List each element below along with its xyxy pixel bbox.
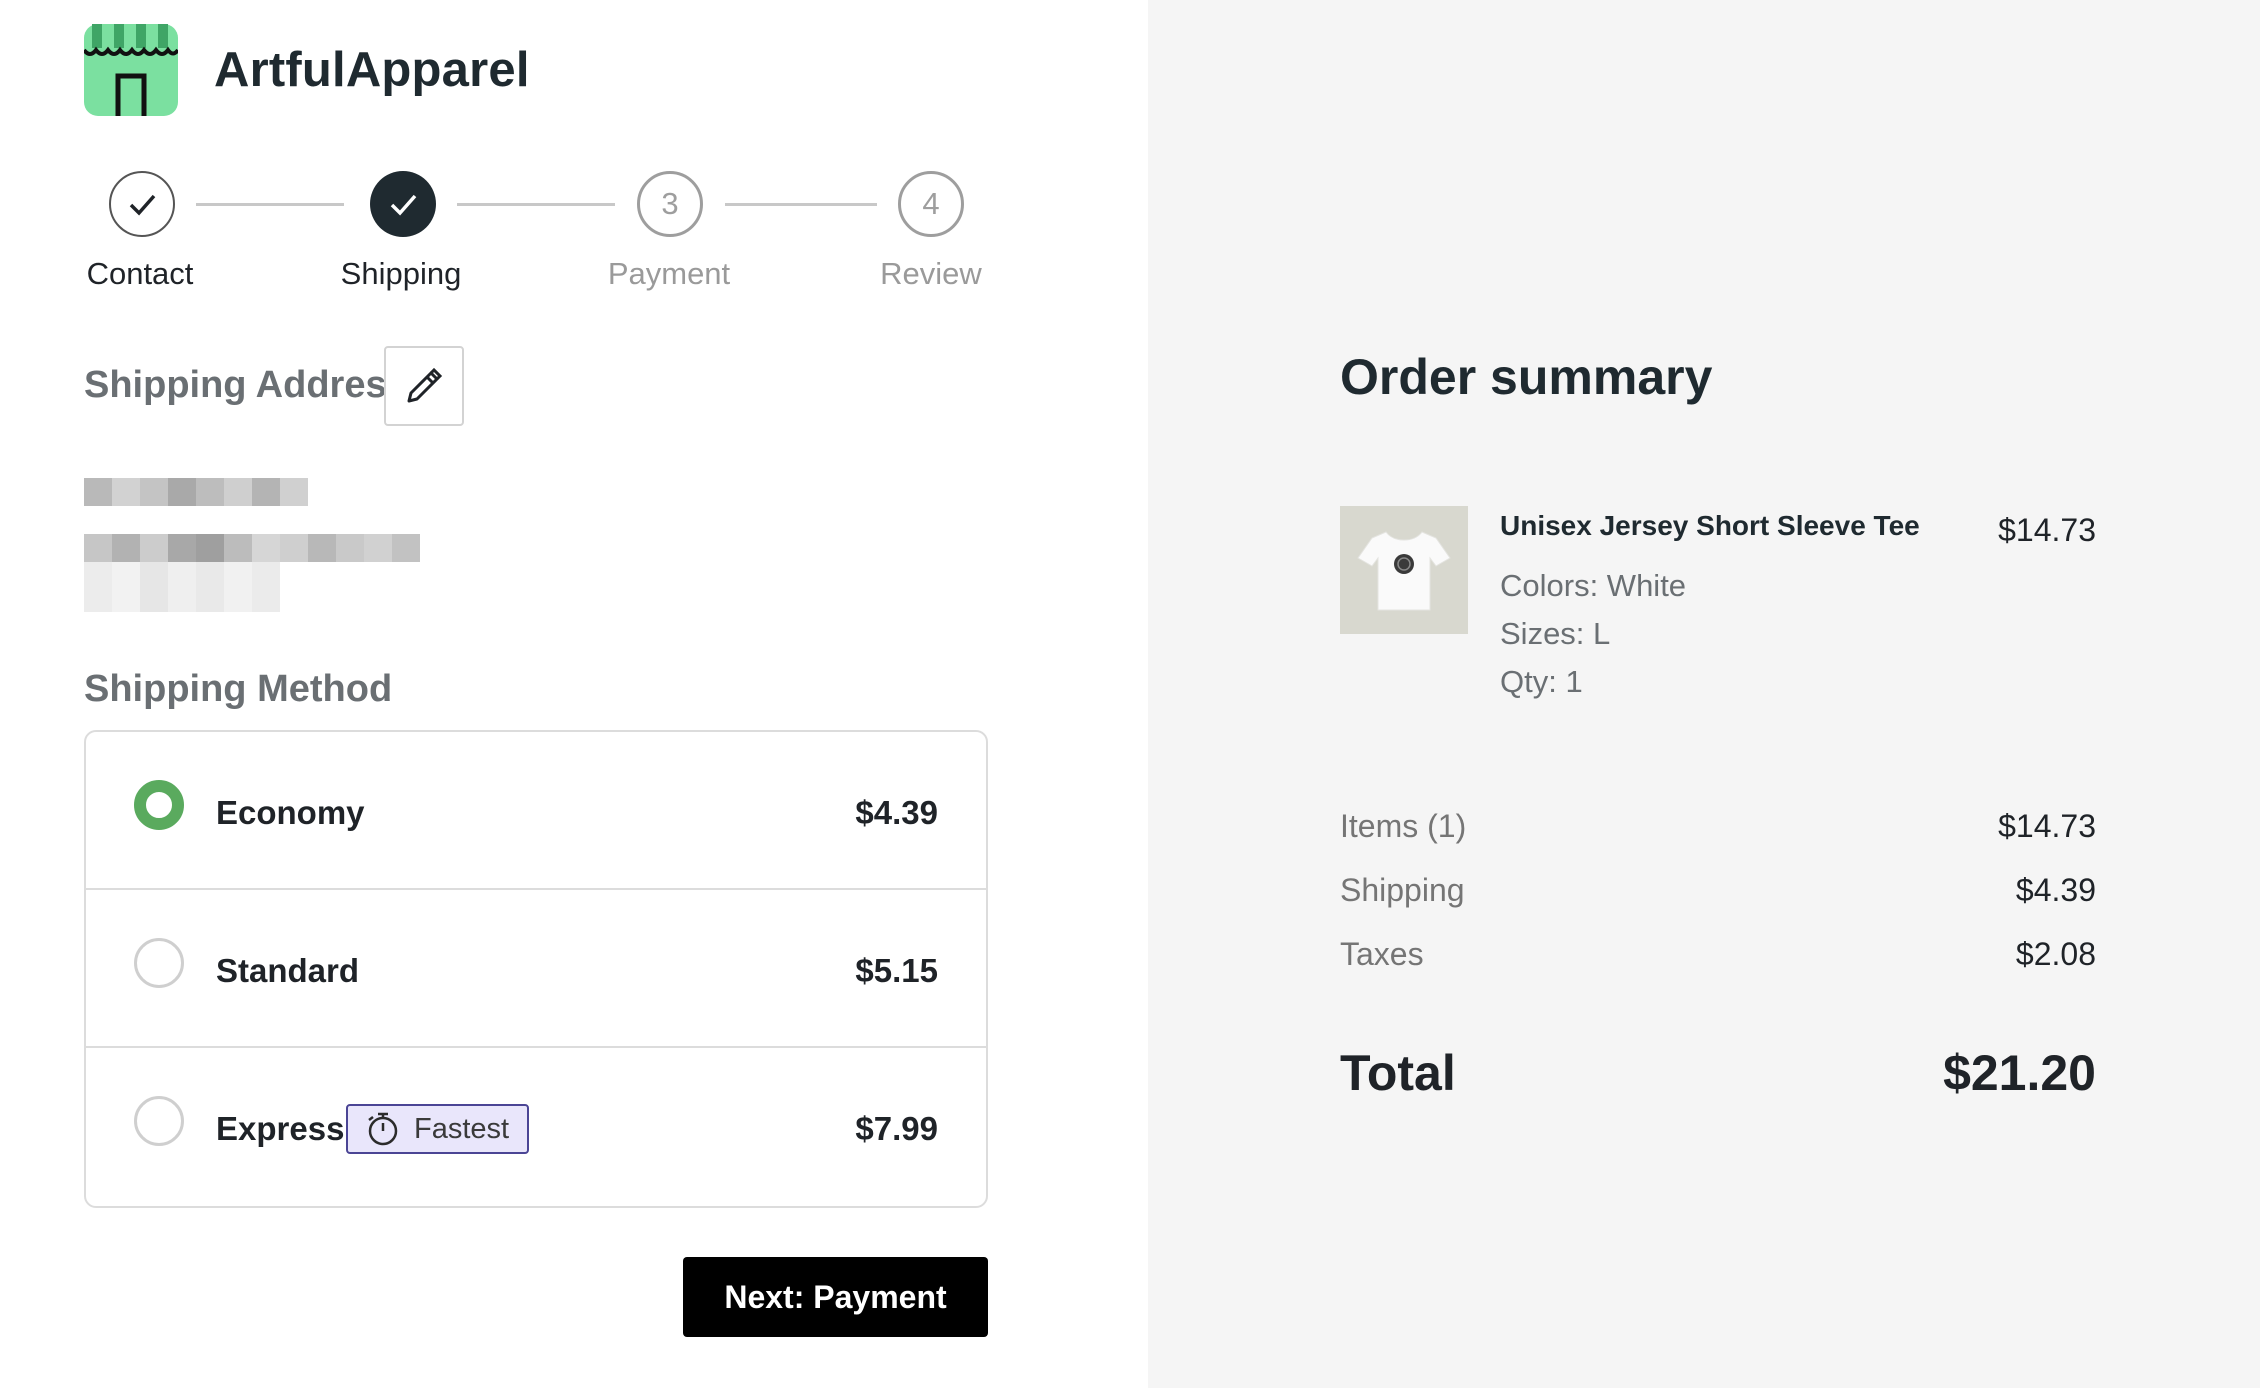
total-label: Total — [1340, 1045, 1456, 1101]
total-value: $21.20 — [1943, 1045, 2096, 1101]
order-summary-panel: Order summary Unisex Jersey Short Sleeve… — [1148, 0, 2260, 1388]
step-label-shipping: Shipping — [340, 256, 462, 291]
step-contact-circle[interactable] — [109, 171, 175, 237]
summary-items-label: Items (1) — [1340, 808, 1467, 844]
next-payment-button[interactable]: Next: Payment — [683, 1257, 988, 1337]
step-shipping-circle[interactable] — [370, 171, 436, 237]
shipping-option-name: Express — [216, 1110, 345, 1147]
fastest-badge: Fastest — [346, 1104, 530, 1154]
redacted-line — [84, 478, 308, 506]
product-size: Sizes: L — [1500, 616, 1611, 651]
summary-shipping-label: Shipping — [1340, 872, 1465, 908]
badge-label: Fastest — [414, 1112, 510, 1145]
step-review-circle[interactable]: 4 — [898, 171, 964, 237]
product-price: $14.73 — [1998, 512, 2096, 548]
shipping-option-price: $7.99 — [855, 1110, 938, 1147]
checkmark-icon — [390, 194, 417, 216]
storefront-icon — [84, 24, 178, 116]
checkmark-icon — [129, 194, 156, 216]
step-connector — [725, 203, 877, 206]
order-summary-title: Order summary — [1340, 349, 1713, 405]
step-number: 3 — [661, 186, 679, 221]
redacted-line — [84, 534, 420, 562]
pencil-icon — [407, 367, 443, 403]
product-name: Unisex Jersey Short Sleeve Tee — [1500, 510, 1920, 541]
checkout-panel: ArtfulApparel 3 4 Contact Shipping Payme… — [0, 0, 1148, 1388]
shipping-address-title: Shipping Address — [84, 364, 408, 406]
product-quantity: Qty: 1 — [1500, 664, 1583, 699]
shipping-option-standard[interactable]: Standard $5.15 — [86, 890, 986, 1048]
step-payment-circle[interactable]: 3 — [637, 171, 703, 237]
product-color: Colors: White — [1500, 568, 1687, 603]
shipping-option-economy[interactable]: Economy $4.39 — [86, 732, 986, 890]
radio-express[interactable] — [134, 1096, 184, 1146]
summary-shipping-value: $4.39 — [2015, 872, 2096, 908]
brand-header[interactable]: ArtfulApparel — [84, 24, 530, 116]
radio-economy[interactable] — [134, 780, 184, 830]
summary-items-value: $14.73 — [1998, 808, 2096, 844]
brand-name: ArtfulApparel — [214, 43, 530, 97]
product-thumbnail[interactable] — [1340, 506, 1468, 634]
step-connector — [196, 203, 344, 206]
shipping-option-price: $5.15 — [855, 952, 938, 989]
redacted-line — [84, 562, 280, 612]
edit-address-button[interactable] — [384, 346, 464, 426]
summary-taxes-label: Taxes — [1340, 936, 1424, 972]
step-label-payment: Payment — [607, 256, 731, 291]
stopwatch-icon — [368, 1112, 398, 1146]
step-label-review: Review — [880, 256, 982, 291]
radio-standard[interactable] — [134, 938, 184, 988]
shipping-option-express[interactable]: Express Fastest $7.99 — [86, 1048, 986, 1206]
shipping-option-price: $4.39 — [855, 794, 938, 831]
tshirt-icon — [1357, 531, 1451, 611]
step-number: 4 — [922, 186, 940, 221]
shipping-option-name: Economy — [216, 794, 365, 831]
shipping-option-name: Standard — [216, 952, 360, 989]
shipping-method-list: Economy $4.39 Standard $5.15 Express Fas… — [84, 730, 988, 1208]
shipping-method-title: Shipping Method — [84, 668, 393, 710]
step-connector — [457, 203, 615, 206]
summary-taxes-value: $2.08 — [2015, 936, 2096, 972]
step-label-contact: Contact — [86, 256, 194, 291]
